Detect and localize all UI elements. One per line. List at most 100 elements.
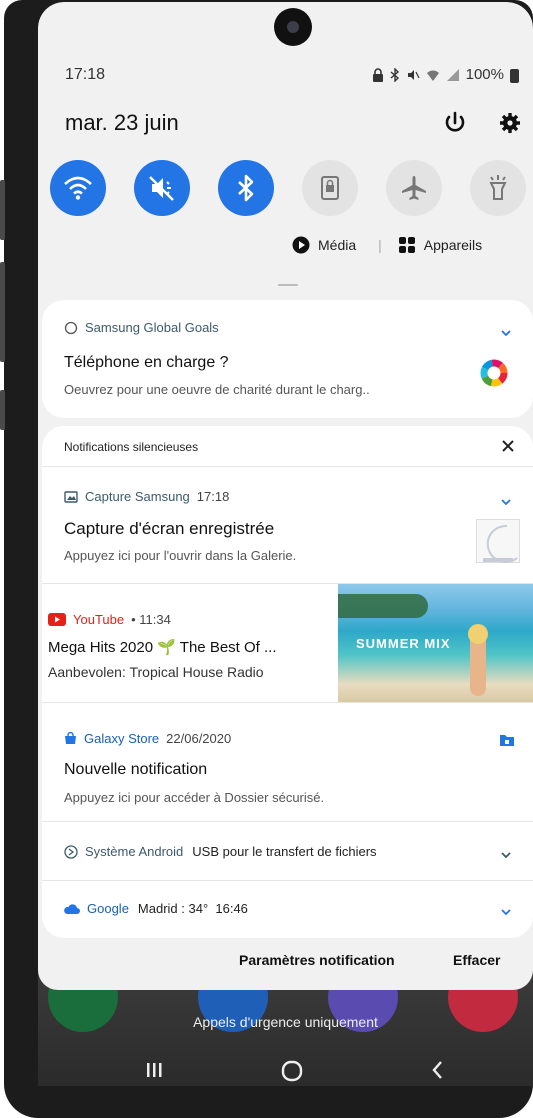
power-icon — [445, 111, 465, 132]
volume-button — [0, 180, 5, 240]
wifi-icon — [64, 176, 92, 200]
navigation-bar — [38, 1052, 533, 1086]
notification-app-line: Système Android USB pour le transfert de… — [64, 844, 377, 859]
recent-apps-icon — [147, 1063, 162, 1077]
separator: | — [378, 237, 382, 253]
date-label: mar. 23 juin — [65, 110, 179, 135]
bixby-button — [0, 390, 5, 430]
bluetooth-icon — [238, 174, 254, 202]
notification-body: Oeuvrez pour une oeuvre de charité duran… — [64, 382, 370, 397]
devices-button[interactable]: Appareils — [398, 236, 482, 254]
media-devices-row: Média | Appareils — [292, 236, 482, 254]
play-circle-icon — [292, 236, 310, 254]
notification-capture[interactable]: Capture Samsung 17:18 Capture d'écran en… — [42, 467, 533, 583]
youtube-icon — [48, 613, 66, 626]
settings-button[interactable] — [495, 108, 525, 138]
youtube-thumbnail: SUMMER MIX — [338, 584, 533, 702]
sdg-wheel-icon — [480, 359, 508, 387]
devices-label: Appareils — [423, 237, 483, 253]
secure-folder-icon — [500, 735, 514, 746]
notification-title: Mega Hits 2020 🌱 The Best Of ... — [48, 639, 277, 656]
media-label: Média — [318, 237, 357, 253]
notification-body: Aanbevolen: Tropical House Radio — [48, 664, 264, 680]
lock-icon — [372, 67, 383, 82]
notification-time: 17:18 — [196, 489, 230, 504]
notification-app-line: YouTube • 11:34 — [48, 612, 171, 627]
app-name: YouTube — [73, 612, 125, 627]
wifi-status-icon — [426, 70, 439, 81]
notification-panel: 17:18 100% mar. 23 juin Média | Appareil… — [38, 2, 533, 990]
flashlight-toggle[interactable] — [470, 160, 526, 216]
chevron-down-icon[interactable] — [499, 495, 513, 509]
notification-google[interactable]: Google Madrid : 34° 16:46 — [42, 881, 533, 938]
notification-galaxy-store[interactable]: Galaxy Store 22/06/2020 Nouvelle notific… — [42, 703, 533, 821]
emergency-calls-label: Appels d'urgence uniquement — [193, 1014, 378, 1030]
power-menu-button[interactable] — [440, 108, 470, 138]
clear-all-button[interactable]: Effacer — [453, 952, 500, 968]
mute-toggle[interactable] — [134, 160, 190, 216]
weather-cloud-icon — [64, 903, 80, 914]
phone-frame: Appels d'urgence uniquement 17:18 100% m… — [0, 0, 533, 1118]
android-system-icon — [64, 844, 78, 859]
app-name: Système Android — [85, 844, 184, 859]
notification-app-line: Capture Samsung 17:18 — [64, 489, 229, 504]
airplane-icon — [402, 176, 426, 200]
screenshot-icon — [64, 490, 78, 503]
island-shape — [338, 594, 428, 618]
devices-grid-icon — [398, 237, 415, 253]
screen: Appels d'urgence uniquement 17:18 100% m… — [38, 2, 533, 1086]
chevron-down-icon[interactable] — [499, 905, 513, 919]
notification-text: USB pour le transfert de fichiers — [192, 844, 377, 859]
front-camera — [274, 8, 312, 46]
notification-body: Appuyez ici pour l'ouvrir dans la Galeri… — [64, 548, 297, 563]
notification-app-line: Galaxy Store 22/06/2020 — [64, 731, 231, 746]
power-button — [0, 262, 5, 362]
battery-percent: 100% — [465, 66, 504, 83]
media-button[interactable]: Média — [292, 236, 356, 254]
recent-apps-button[interactable] — [144, 1060, 164, 1085]
bluetooth-toggle[interactable] — [218, 160, 274, 216]
battery-icon — [510, 68, 519, 83]
back-icon — [432, 1061, 442, 1079]
notification-youtube[interactable]: YouTube • 11:34 Mega Hits 2020 🌱 The Bes… — [42, 584, 533, 702]
notification-title: Nouvelle notification — [64, 761, 208, 778]
thumbnail-text: SUMMER MIX — [356, 636, 451, 651]
silent-header-label: Notifications silencieuses — [64, 440, 199, 454]
notification-time: 22/06/2020 — [166, 731, 232, 746]
notification-text: Madrid : 34° 16:46 — [137, 901, 248, 916]
silent-header: Notifications silencieuses — [42, 426, 533, 466]
bluetooth-status-icon — [390, 67, 399, 82]
chevron-down-icon[interactable] — [499, 326, 513, 340]
signal-icon — [446, 68, 459, 81]
close-icon[interactable] — [501, 439, 515, 453]
notification-android-system[interactable]: Système Android USB pour le transfert de… — [42, 822, 533, 880]
chevron-down-icon[interactable] — [499, 848, 513, 862]
panel-handle[interactable] — [278, 284, 298, 286]
volume-mute-icon — [149, 176, 174, 201]
home-button[interactable] — [280, 1060, 304, 1086]
app-name: Galaxy Store — [84, 731, 160, 746]
screenshot-thumbnail — [476, 519, 520, 563]
notification-title: Téléphone en charge ? — [64, 354, 229, 371]
app-name: Samsung Global Goals — [85, 320, 219, 335]
galaxy-store-icon — [65, 732, 76, 744]
notification-settings-button[interactable]: Paramètres notification — [239, 952, 395, 968]
notification-time: • 11:34 — [131, 612, 171, 627]
notification-app-line: Google Madrid : 34° 16:46 — [64, 901, 248, 916]
status-icons: 100% — [372, 66, 519, 83]
portrait-lock-icon — [321, 176, 339, 200]
portrait-lock-toggle[interactable] — [302, 160, 358, 216]
mute-status-icon — [407, 69, 420, 80]
wifi-toggle[interactable] — [50, 160, 106, 216]
notification-app-line: Samsung Global Goals — [64, 320, 219, 335]
person-head — [468, 624, 488, 644]
notification-title: Capture d'écran enregistrée — [64, 519, 275, 538]
app-name: Capture Samsung — [85, 489, 190, 504]
airplane-toggle[interactable] — [386, 160, 442, 216]
back-button[interactable] — [430, 1060, 446, 1085]
global-goals-app-icon — [64, 321, 78, 334]
silent-notifications-card: Notifications silencieuses Capture Samsu… — [42, 426, 533, 938]
notification-card-global-goals[interactable]: Samsung Global Goals Téléphone en charge… — [42, 300, 533, 418]
home-icon — [281, 1060, 303, 1082]
app-name: Google — [87, 901, 129, 916]
